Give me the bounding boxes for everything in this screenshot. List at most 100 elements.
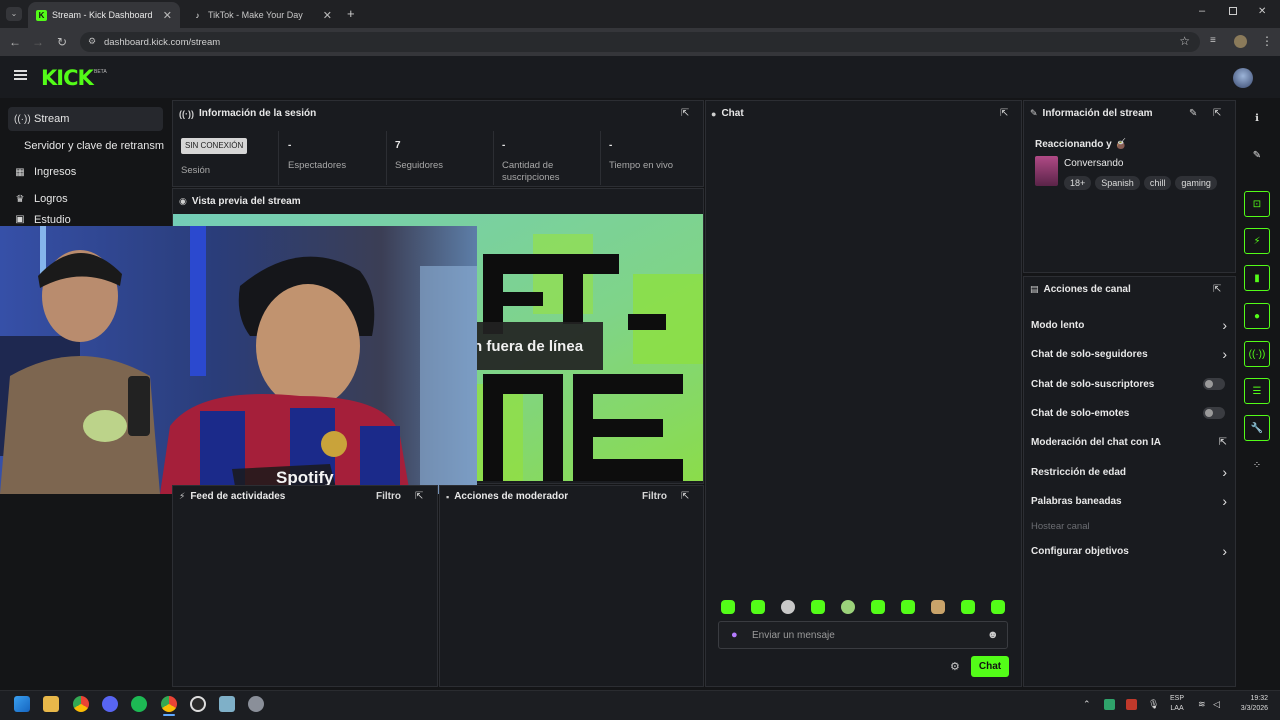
file-explorer-icon[interactable] bbox=[43, 696, 59, 712]
restore-window-icon[interactable] bbox=[1229, 7, 1237, 15]
mod-actions-filter-button[interactable]: Filtro bbox=[642, 491, 667, 502]
tab-search-button[interactable]: ⌄ bbox=[6, 7, 22, 21]
reload-icon[interactable]: ↻ bbox=[53, 33, 71, 51]
emote-icon[interactable] bbox=[931, 600, 945, 614]
stat-value: 7 bbox=[395, 140, 401, 151]
emote-icon[interactable] bbox=[961, 600, 975, 614]
broadcast-icon[interactable]: ((·)) bbox=[1244, 341, 1270, 367]
site-info-icon[interactable]: ⚙ bbox=[88, 36, 96, 47]
panel-title: Chat bbox=[721, 108, 744, 119]
close-tab-icon[interactable]: ✕ bbox=[323, 9, 332, 22]
volume-icon[interactable]: ◁ bbox=[1213, 699, 1220, 710]
emotes-only-toggle[interactable] bbox=[1203, 407, 1225, 419]
action-age-restriction[interactable]: Restricción de edad › bbox=[1031, 462, 1231, 482]
tray-app-icon[interactable] bbox=[1126, 699, 1137, 710]
sidebar-item-label: Servidor y clave de retransm bbox=[24, 140, 164, 152]
activity-filter-button[interactable]: Filtro bbox=[376, 491, 401, 502]
minimize-window-icon[interactable]: – bbox=[1199, 5, 1205, 17]
popout-icon[interactable]: ⇱ bbox=[415, 491, 423, 502]
stat-label-session: Sesión bbox=[181, 165, 211, 176]
action-ai-moderation[interactable]: Moderación del chat con IA ⇱ bbox=[1031, 432, 1231, 452]
tray-overflow-icon[interactable]: ⌃ bbox=[1083, 699, 1091, 710]
lightning-icon[interactable]: ⚡ bbox=[1244, 228, 1270, 254]
address-bar[interactable]: ⚙ dashboard.kick.com/stream ☆ bbox=[80, 32, 1200, 52]
action-label: Moderación del chat con IA bbox=[1031, 436, 1162, 448]
emote-icon[interactable] bbox=[901, 600, 915, 614]
notepad-icon[interactable] bbox=[219, 696, 235, 712]
browser-menu-icon[interactable]: ⋮ bbox=[1261, 34, 1273, 48]
popout-icon[interactable]: ⇱ bbox=[1213, 284, 1221, 295]
settings-gear-icon[interactable] bbox=[248, 696, 264, 712]
info-icon[interactable]: ℹ bbox=[1244, 105, 1270, 131]
microphone-tray-icon[interactable]: 🎙 bbox=[1148, 699, 1159, 710]
tab-tiktok[interactable]: ♪ TikTok - Make Your Day ✕ bbox=[184, 2, 340, 28]
tag-chip: gaming bbox=[1175, 176, 1217, 190]
user-avatar[interactable] bbox=[1233, 68, 1253, 88]
language-indicator[interactable]: ESP LAA bbox=[1170, 694, 1184, 714]
emote-icon[interactable] bbox=[781, 600, 795, 614]
chat-bubble-icon[interactable]: ● bbox=[1244, 303, 1270, 329]
popout-icon[interactable]: ⇱ bbox=[1000, 108, 1008, 119]
chrome-icon[interactable] bbox=[73, 696, 89, 712]
edit-pencil-icon[interactable]: ✎ bbox=[1189, 108, 1197, 119]
hamburger-menu-icon[interactable] bbox=[14, 70, 27, 80]
close-tab-icon[interactable]: ✕ bbox=[163, 9, 172, 22]
sidebar-item-stream[interactable]: ((·)) Stream bbox=[8, 107, 163, 131]
clock[interactable]: 19:32 3/3/2026 bbox=[1232, 694, 1268, 714]
stream-info-title: ✎ Información del stream bbox=[1030, 108, 1153, 119]
emote-icon[interactable] bbox=[841, 600, 855, 614]
extensions-icon[interactable]: ≡ bbox=[1210, 35, 1216, 46]
spotify-icon[interactable] bbox=[131, 696, 147, 712]
chevron-right-icon: › bbox=[1222, 543, 1227, 559]
emote-icon[interactable] bbox=[811, 600, 825, 614]
emote-icon[interactable] bbox=[991, 600, 1005, 614]
chat-send-button[interactable]: Chat bbox=[971, 656, 1009, 677]
action-slow-mode[interactable]: Modo lento › bbox=[1031, 315, 1231, 335]
emoji-picker-icon[interactable]: ☻ bbox=[987, 629, 999, 641]
emote-icon[interactable] bbox=[751, 600, 765, 614]
stat-value: - bbox=[502, 140, 506, 151]
windows-start-icon[interactable] bbox=[14, 696, 30, 712]
action-followers-only[interactable]: Chat de solo-seguidores › bbox=[1031, 344, 1231, 364]
edit-pencil-icon[interactable]: ✎ bbox=[1244, 142, 1270, 168]
panel-title: Acciones de moderador bbox=[454, 491, 569, 502]
popout-icon[interactable]: ⇱ bbox=[681, 108, 689, 119]
channel-icon: ▤ bbox=[1030, 284, 1039, 294]
sidebar-item-server-key[interactable]: Servidor y clave de retransm bbox=[18, 134, 174, 158]
emote-icon[interactable] bbox=[871, 600, 885, 614]
action-configure-goals[interactable]: Configurar objetivos › bbox=[1031, 541, 1231, 561]
subscribers-only-toggle[interactable] bbox=[1203, 378, 1225, 390]
chrome-active-icon[interactable] bbox=[161, 696, 177, 712]
popout-icon[interactable]: ⇱ bbox=[681, 491, 689, 502]
forward-arrow-icon[interactable]: → bbox=[29, 33, 47, 51]
language-bottom: LAA bbox=[1170, 705, 1184, 712]
more-dots-icon[interactable]: ⁘ bbox=[1244, 452, 1270, 478]
tab-kick-dashboard[interactable]: K Stream - Kick Dashboard ✕ bbox=[28, 2, 180, 28]
activity-feed-title: ⚡ Feed de actividades bbox=[179, 491, 285, 502]
emote-icon[interactable] bbox=[721, 600, 735, 614]
panel-title: Información del stream bbox=[1042, 108, 1153, 119]
microphone-icon[interactable]: ● bbox=[731, 629, 738, 641]
screen-capture-icon[interactable]: ⊡ bbox=[1244, 191, 1270, 217]
kick-logo[interactable]: KICK bbox=[41, 66, 94, 90]
popout-icon[interactable]: ⇱ bbox=[1213, 108, 1221, 119]
new-tab-button[interactable]: + bbox=[347, 6, 355, 21]
chat-message-input[interactable]: ● Enviar un mensaje ☻ bbox=[718, 621, 1008, 649]
action-banned-words[interactable]: Palabras baneadas › bbox=[1031, 491, 1231, 511]
tray-app-icon[interactable] bbox=[1104, 699, 1115, 710]
obs-icon[interactable] bbox=[190, 696, 206, 712]
back-arrow-icon[interactable]: ← bbox=[6, 33, 24, 51]
bookmark-star-icon[interactable]: ☆ bbox=[1179, 34, 1190, 48]
wifi-icon[interactable]: ≋ bbox=[1198, 699, 1206, 710]
sidebar-item-logros[interactable]: ♛ Logros bbox=[8, 187, 163, 211]
chat-settings-gear-icon[interactable]: ⚙ bbox=[950, 660, 960, 673]
discord-icon[interactable] bbox=[102, 696, 118, 712]
broadcast-icon: ((·)) bbox=[14, 113, 31, 125]
sidebar-item-ingresos[interactable]: ▦ Ingresos bbox=[8, 160, 163, 184]
close-window-icon[interactable]: ✕ bbox=[1258, 6, 1266, 17]
wrench-icon[interactable]: 🔧 bbox=[1244, 415, 1270, 441]
document-icon[interactable]: ▮ bbox=[1244, 265, 1270, 291]
server-icon[interactable]: ☰ bbox=[1244, 378, 1270, 404]
profile-avatar[interactable] bbox=[1234, 35, 1247, 48]
sidebar-item-estudio[interactable]: ▣ Estudio bbox=[8, 214, 163, 226]
